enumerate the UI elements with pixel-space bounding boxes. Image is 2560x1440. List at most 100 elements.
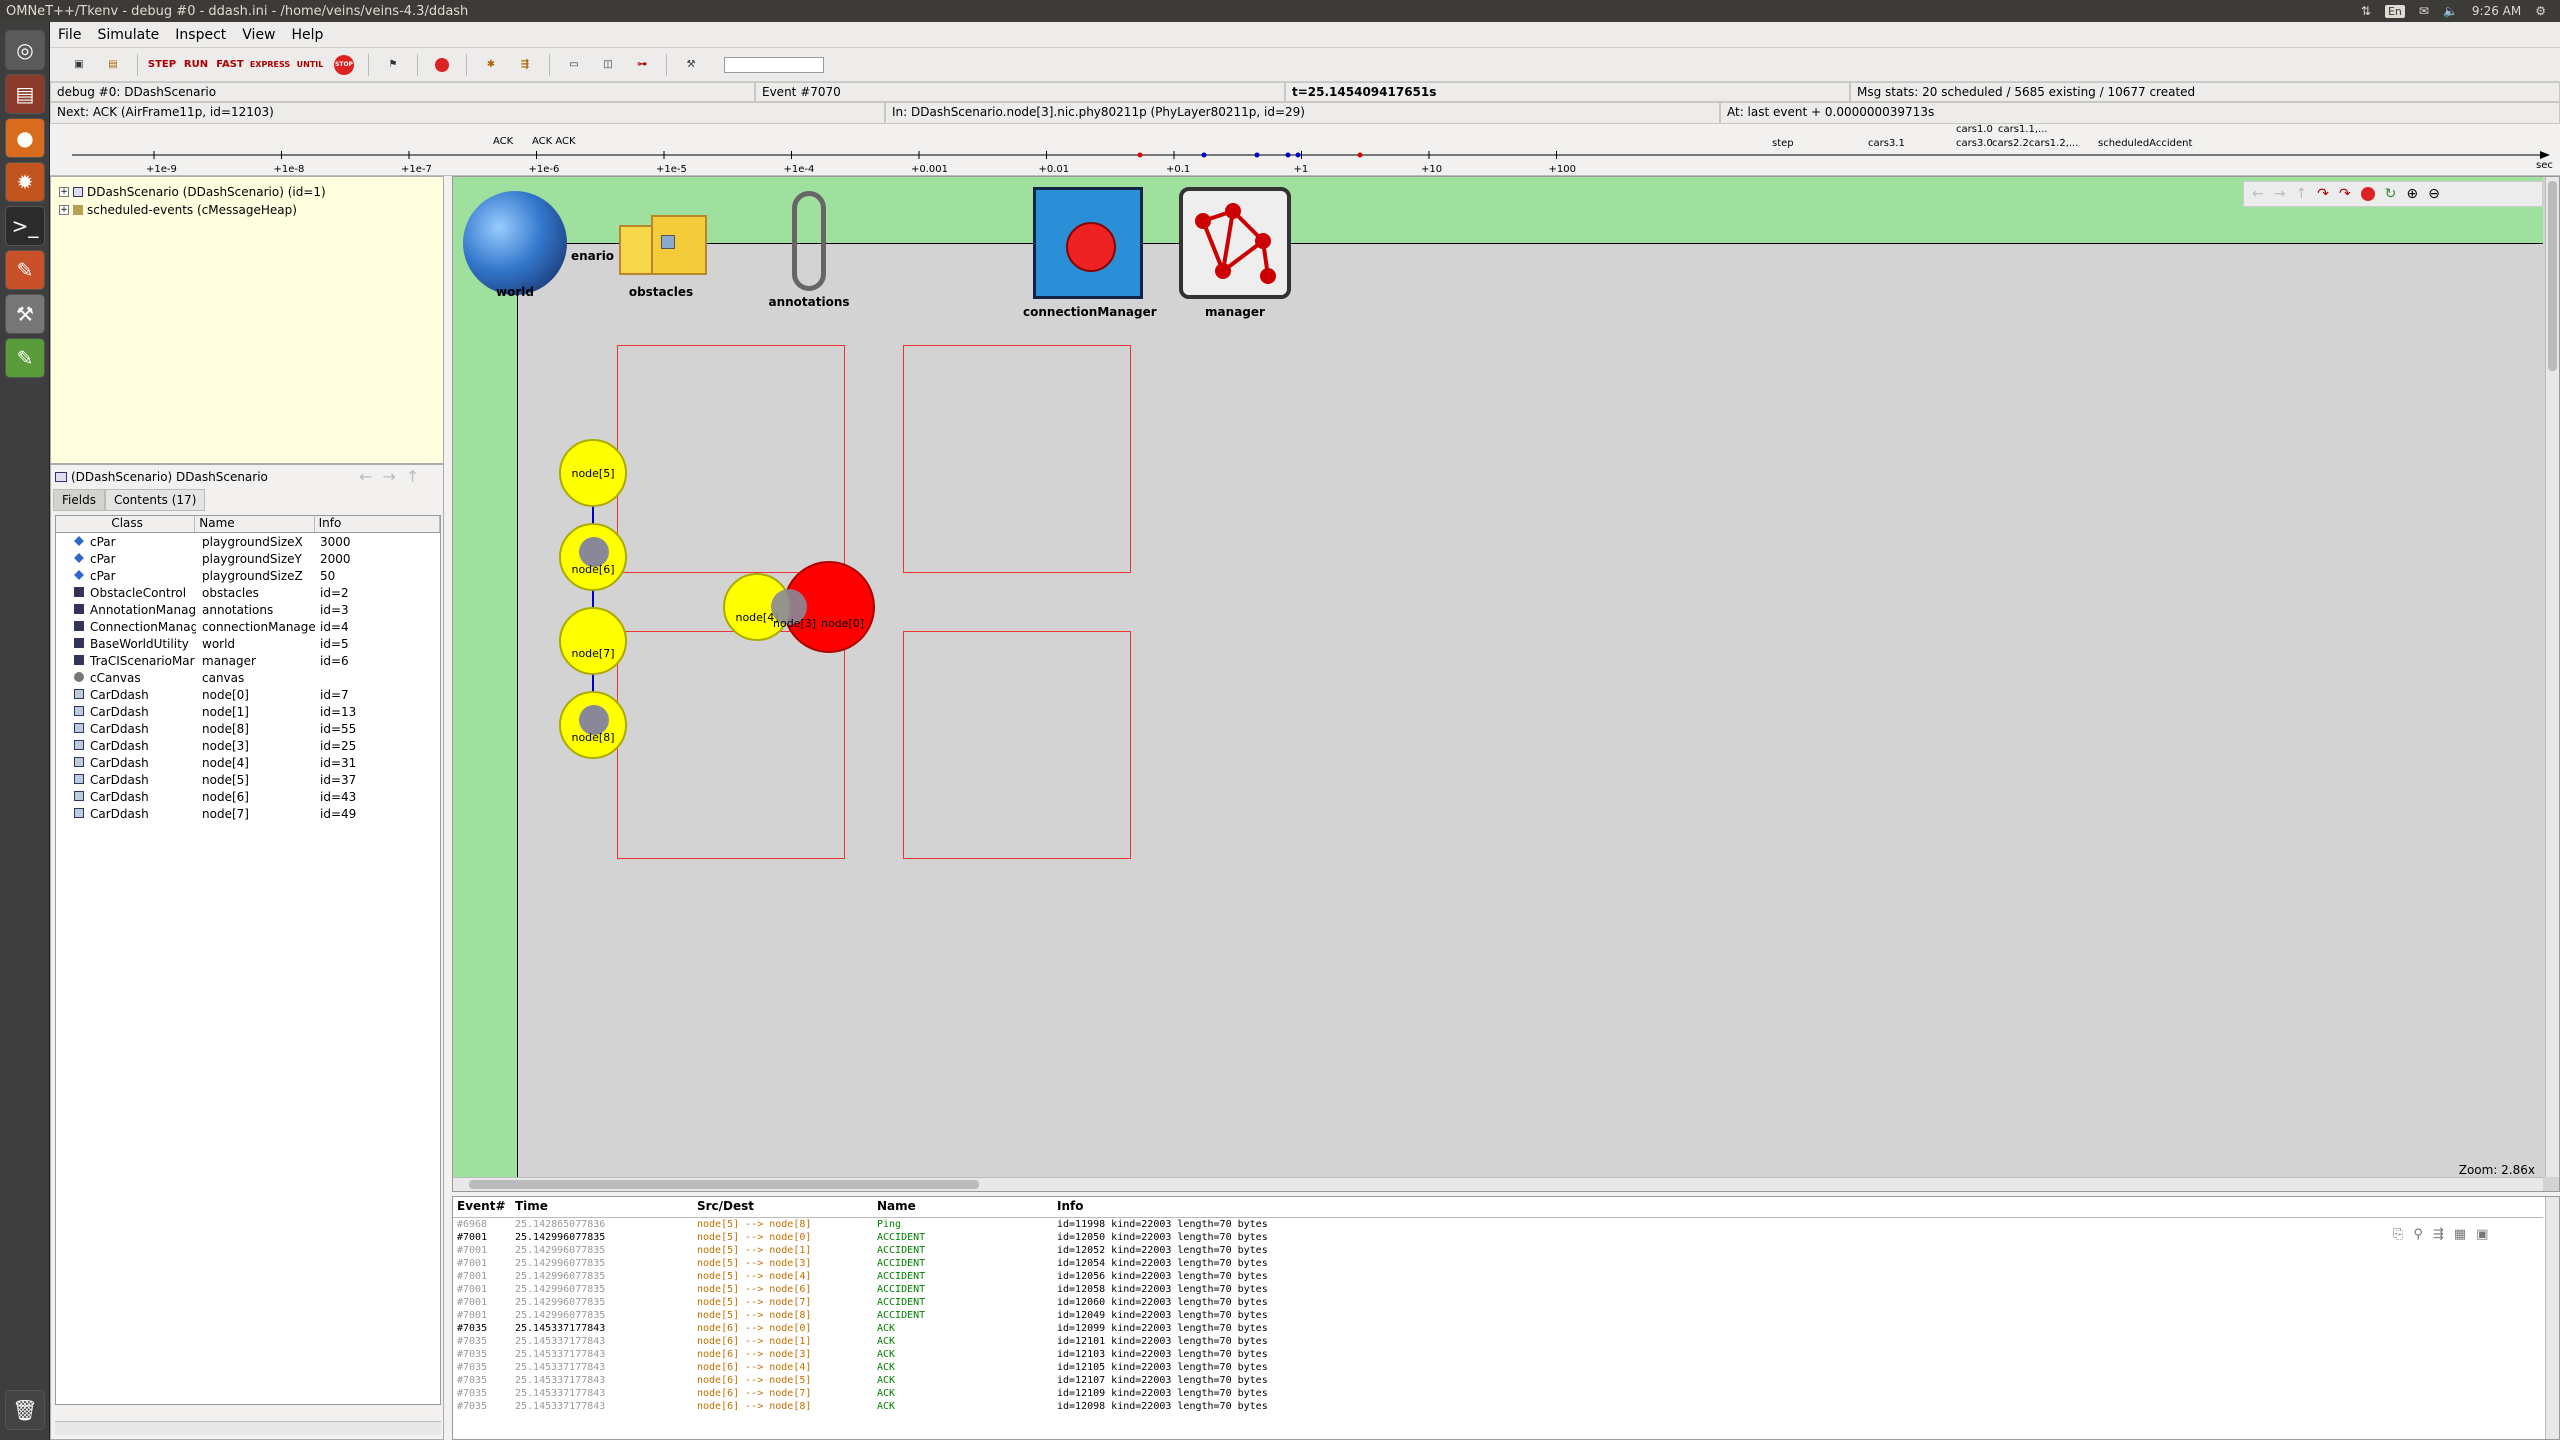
log-row[interactable]: #7035 25.145337177843 node[6] --> node[5] A… bbox=[453, 1375, 2543, 1388]
express-run-button[interactable]: EXPRESS bbox=[249, 53, 291, 77]
timeline-message-marker[interactable] bbox=[1137, 152, 1143, 158]
table-view-icon[interactable]: ▦ bbox=[2454, 1227, 2466, 1242]
parent-icon[interactable]: ↑ bbox=[406, 467, 419, 486]
table-row[interactable]: AnnotationManag annotations id=3 bbox=[56, 601, 440, 618]
network-canvas[interactable]: world enario obstacles annotations conne… bbox=[452, 176, 2560, 1192]
timeline-msg-cars1-1[interactable]: cars1.1,... bbox=[1998, 124, 2048, 135]
node-circle-5[interactable]: node[5] bbox=[559, 439, 627, 507]
keyboard-language-indicator[interactable]: En bbox=[2384, 4, 2405, 18]
dash-icon[interactable]: ◎ bbox=[5, 30, 45, 70]
run-icon[interactable]: ↷ bbox=[2339, 186, 2351, 202]
run-until-button[interactable]: UNTIL bbox=[295, 53, 325, 77]
zoom-in-icon[interactable]: ⊕ bbox=[2406, 186, 2418, 202]
timeline-message-marker[interactable] bbox=[1357, 152, 1363, 158]
expand-icon[interactable]: + bbox=[59, 205, 69, 215]
omnetpp-ide-icon[interactable]: ✎ bbox=[5, 338, 45, 378]
options-icon[interactable]: ⚒ bbox=[676, 53, 706, 77]
table-row[interactable]: CarDdash node[8] id=55 bbox=[56, 720, 440, 737]
filter-icon[interactable]: ⚲ bbox=[2413, 1227, 2423, 1242]
settings-icon[interactable]: ✹ bbox=[5, 162, 45, 202]
tile-horizontal-icon[interactable]: ▭ bbox=[559, 53, 589, 77]
vertical-scrollbar[interactable] bbox=[2545, 177, 2559, 1177]
menu-file[interactable]: File bbox=[50, 27, 89, 43]
table-row[interactable]: cCanvas canvas bbox=[56, 669, 440, 686]
log-row[interactable]: #7035 25.145337177843 node[6] --> node[8] A… bbox=[453, 1401, 2543, 1414]
timeline-message-marker[interactable] bbox=[1201, 152, 1207, 158]
event-log[interactable]: Event# Time Src/Dest Name Info #6968 25.1… bbox=[452, 1196, 2560, 1440]
table-row[interactable]: BaseWorldUtility world id=5 bbox=[56, 635, 440, 652]
table-row[interactable]: CarDdash node[4] id=31 bbox=[56, 754, 440, 771]
log-column-time[interactable]: Time bbox=[515, 1199, 548, 1217]
step-button[interactable]: STEP bbox=[147, 53, 177, 77]
table-row[interactable]: CarDdash node[3] id=25 bbox=[56, 737, 440, 754]
speed-slider[interactable] bbox=[724, 56, 824, 73]
menu-help[interactable]: Help bbox=[284, 27, 332, 43]
files-icon[interactable]: ▤ bbox=[5, 74, 45, 114]
expand-icon[interactable]: + bbox=[59, 187, 69, 197]
table-row[interactable]: CarDdash node[5] id=37 bbox=[56, 771, 440, 788]
load-ned-icon[interactable]: ▤ bbox=[98, 53, 128, 77]
horizontal-scrollbar[interactable] bbox=[453, 1177, 2543, 1191]
scrollbar-thumb[interactable] bbox=[469, 1180, 979, 1189]
log-row[interactable]: #7001 25.142996077835 node[5] --> node[1] A… bbox=[453, 1245, 2543, 1258]
clock[interactable]: 9:26 AM bbox=[2472, 4, 2521, 18]
timeline[interactable]: +1e-9 +1e-8 +1e-7 +1e-6 +1e-5 +1e-4 +0.001 +0.0… bbox=[50, 124, 2560, 176]
parent-icon[interactable]: ↑ bbox=[2295, 186, 2307, 202]
stop-icon[interactable] bbox=[2360, 187, 2375, 201]
node-circle-7[interactable]: node[7] bbox=[559, 607, 627, 675]
log-row[interactable]: #7035 25.145337177843 node[6] --> node[7] A… bbox=[453, 1388, 2543, 1401]
log-column-info[interactable]: Info bbox=[1057, 1199, 1083, 1217]
text-editor-icon[interactable]: ✎ bbox=[5, 250, 45, 290]
zoom-out-icon[interactable]: ⊖ bbox=[2428, 186, 2440, 202]
save-icon[interactable]: ▣ bbox=[2476, 1227, 2488, 1242]
log-row[interactable]: #7001 25.142996077835 node[5] --> node[4] A… bbox=[453, 1271, 2543, 1284]
log-row[interactable]: #7001 25.142996077835 node[5] --> node[0] A… bbox=[453, 1232, 2543, 1245]
run-button[interactable]: RUN bbox=[181, 53, 211, 77]
tab-contents[interactable]: Contents (17) bbox=[104, 489, 206, 511]
timeline-msg-step[interactable]: step bbox=[1772, 138, 1794, 149]
network-icon[interactable]: ⇅ bbox=[2361, 4, 2371, 18]
column-name[interactable]: Name bbox=[195, 516, 315, 532]
table-row[interactable]: ObstacleControl obstacles id=2 bbox=[56, 584, 440, 601]
power-icon[interactable]: ⚙ bbox=[2535, 4, 2546, 18]
table-row[interactable]: CarDdash node[6] id=43 bbox=[56, 788, 440, 805]
table-row[interactable]: cPar playgroundSizeY 2000 bbox=[56, 550, 440, 567]
timeline-msg-cars3-0[interactable]: cars3.0 bbox=[1956, 138, 1993, 149]
refresh-icon[interactable]: ↻ bbox=[2385, 186, 2397, 202]
stop-button[interactable]: STOP bbox=[329, 53, 359, 77]
timeline-msg-ack[interactable]: ACK bbox=[493, 136, 513, 147]
log-column-name[interactable]: Name bbox=[877, 1199, 916, 1217]
column-info[interactable]: Info bbox=[315, 516, 440, 532]
scrollbar-thumb[interactable] bbox=[2548, 181, 2557, 371]
forward-icon[interactable]: → bbox=[2274, 186, 2286, 202]
object-tree-icon[interactable]: ✱ bbox=[476, 53, 506, 77]
timeline-msg-cars3-1[interactable]: cars3.1 bbox=[1868, 138, 1905, 149]
column-class[interactable]: Class bbox=[56, 516, 196, 532]
node-circle-8[interactable]: node[8] bbox=[559, 691, 627, 759]
horizontal-scrollbar[interactable] bbox=[55, 1421, 441, 1435]
tab-fields[interactable]: Fields bbox=[53, 489, 105, 511]
timeline-msg-cars1-0[interactable]: cars1.0 bbox=[1956, 124, 1993, 135]
fast-run-button[interactable]: FAST bbox=[215, 53, 245, 77]
tree-item[interactable]: + scheduled-events (cMessageHeap) bbox=[59, 203, 297, 217]
log-column-src-dest[interactable]: Src/Dest bbox=[697, 1199, 754, 1217]
table-row[interactable]: cPar playgroundSizeX 3000 bbox=[56, 533, 440, 550]
timeline-msg-ack-ack[interactable]: ACK ACK bbox=[532, 136, 576, 147]
tree-item[interactable]: + DDashScenario (DDashScenario) (id=1) bbox=[59, 185, 326, 199]
log-row[interactable]: #7035 25.145337177843 node[6] --> node[3] A… bbox=[453, 1349, 2543, 1362]
firefox-icon[interactable]: ● bbox=[5, 118, 45, 158]
table-row[interactable]: CarDdash node[7] id=49 bbox=[56, 805, 440, 822]
log-row[interactable]: #7001 25.142996077835 node[5] --> node[3] A… bbox=[453, 1258, 2543, 1271]
finish-icon[interactable]: ⚑ bbox=[378, 53, 408, 77]
vertical-scrollbar[interactable] bbox=[2545, 1197, 2559, 1439]
new-network-icon[interactable]: ▣ bbox=[64, 53, 94, 77]
log-row[interactable]: #7001 25.142996077835 node[5] --> node[7] A… bbox=[453, 1297, 2543, 1310]
timeline-msg-scheduled-accident[interactable]: scheduledAccident bbox=[2098, 138, 2192, 149]
volume-icon[interactable]: 🔈 bbox=[2443, 4, 2458, 18]
step-icon[interactable]: ↷ bbox=[2317, 186, 2329, 202]
copy-icon[interactable]: ⎘ bbox=[2393, 1227, 2403, 1242]
object-tree[interactable]: + DDashScenario (DDashScenario) (id=1) +… bbox=[50, 176, 444, 464]
back-icon[interactable]: ← bbox=[2252, 186, 2264, 202]
log-row[interactable]: #7035 25.145337177843 node[6] --> node[1] A… bbox=[453, 1336, 2543, 1349]
menu-view[interactable]: View bbox=[234, 27, 283, 43]
